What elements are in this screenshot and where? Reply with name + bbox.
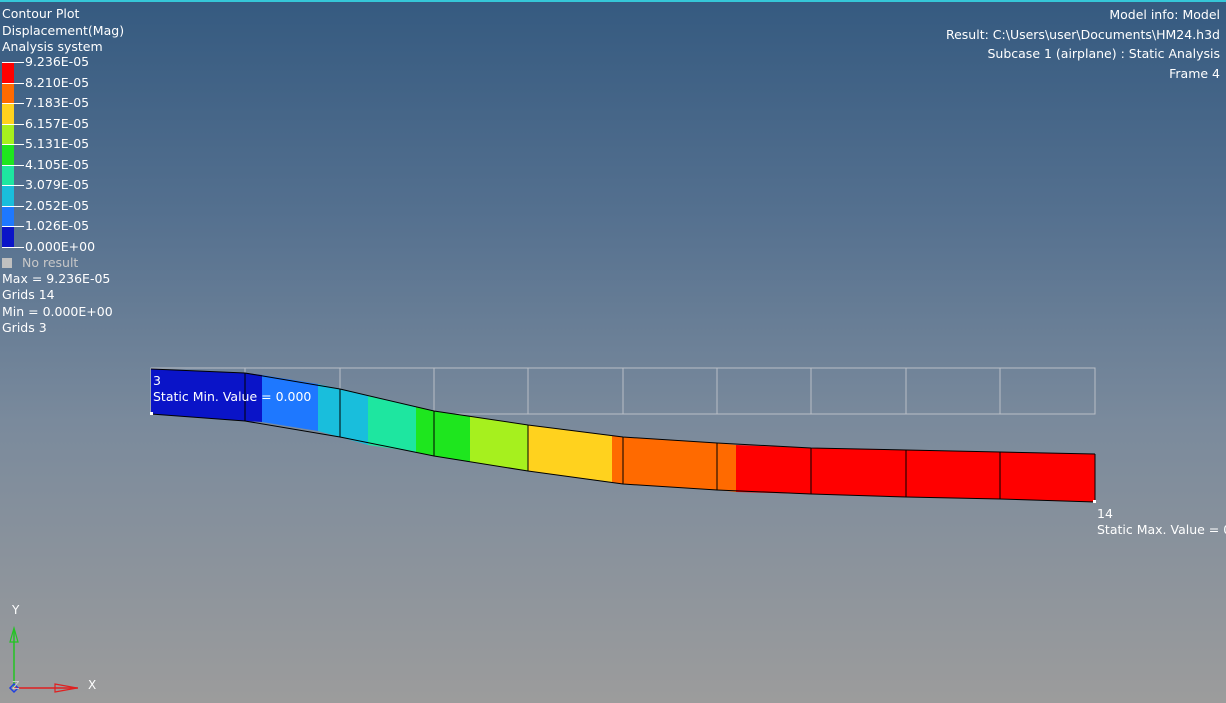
legend-tick: [2, 205, 24, 207]
axis-x-label: X: [88, 678, 97, 692]
legend-tick: [2, 144, 24, 145]
beam-element-6b: [623, 437, 717, 490]
beam-element-10: [1000, 452, 1095, 502]
beam-element-3b: [368, 396, 416, 452]
legend-no-result: No result: [2, 255, 78, 271]
legend-tick: [2, 185, 24, 186]
model-info-subcase: Subcase 1 (airplane) : Static Analysis: [987, 46, 1220, 61]
legend-tick: [2, 164, 24, 166]
contour-stats: Max = 9.236E-05 Grids 14 Min = 0.000E+00…: [2, 271, 113, 337]
max-node-id: 14: [1097, 506, 1113, 521]
model-info-result: Result: C:\Users\user\Documents\HM24.h3d: [945, 26, 1220, 42]
legend-level-label: 6.157E-05: [25, 115, 90, 131]
max-value: Max = 9.236E-05: [2, 271, 111, 286]
beam-element-8: [811, 448, 906, 497]
legend-band: [2, 103, 14, 124]
model-info-model: Model info: Model: [1109, 7, 1220, 22]
legend-tick: [2, 62, 24, 63]
beam-element-6a: [612, 436, 623, 484]
min-value: Min = 0.000E+00: [2, 303, 113, 319]
model-info-panel: Model info: Model Result: C:\Users\user\…: [946, 7, 1220, 85]
legend-level-label: 4.105E-05: [25, 156, 90, 172]
legend-level-label: 1.026E-05: [25, 218, 90, 233]
legend-tick: [2, 82, 24, 84]
beam-element-3c: [416, 407, 434, 456]
beam-element-2c: [318, 384, 340, 437]
legend-tick: [2, 246, 24, 248]
beam-element-9: [906, 450, 1000, 499]
max-grid: Grids 14: [2, 287, 55, 303]
max-node-marker: [1093, 500, 1096, 503]
beam-element-4a: [434, 411, 470, 462]
contour-legend[interactable]: 9.236E-05 8.210E-05 7.183E-05 6.157E-05 5.13…: [2, 55, 122, 254]
max-value-annotation: Static Max. Value = 0: [1097, 522, 1226, 537]
graphics-viewport[interactable]: [0, 0, 1226, 703]
legend-result-type: Displacement(Mag): [2, 22, 125, 38]
legend-level-label: 7.183E-05: [25, 95, 90, 110]
legend-level-label: 5.131E-05: [25, 136, 90, 151]
min-grid: Grids 3: [2, 320, 47, 336]
legend-tick: [2, 226, 24, 227]
legend-band: [2, 226, 14, 247]
axis-triad: [8, 625, 78, 694]
axis-z-label: Z: [12, 679, 20, 692]
no-result-label: No result: [22, 255, 79, 270]
legend-level-label: 9.236E-05: [25, 54, 90, 69]
beam-element-3a: [340, 389, 368, 445]
legend-band: [2, 185, 14, 206]
legend-level-label: 3.079E-05: [25, 177, 90, 192]
legend-level-label: 0.000E+00: [25, 238, 96, 254]
legend-band: [2, 62, 14, 83]
min-node-id: 3: [153, 373, 161, 388]
legend-header: Contour Plot Displacement(Mag) Analysis …: [2, 6, 124, 56]
legend-level-label: 8.210E-05: [25, 74, 90, 90]
model-info-frame: Frame 4: [1169, 65, 1220, 81]
axis-y-label: Y: [12, 603, 20, 617]
legend-band: [2, 82, 14, 103]
legend-band: [2, 144, 14, 165]
legend-band: [2, 123, 14, 144]
legend-tick: [2, 123, 24, 125]
legend-level-label: 2.052E-05: [25, 197, 90, 213]
legend-band: [2, 164, 14, 185]
legend-title: Contour Plot: [2, 6, 80, 21]
beam-element-7b: [736, 445, 811, 494]
min-value-annotation: Static Min. Value = 0.000: [153, 389, 312, 404]
legend-tick: [2, 103, 24, 104]
beam-element-7a: [717, 443, 736, 492]
no-result-swatch: [2, 258, 12, 268]
min-node-marker: [150, 412, 153, 415]
legend-band: [2, 205, 14, 226]
